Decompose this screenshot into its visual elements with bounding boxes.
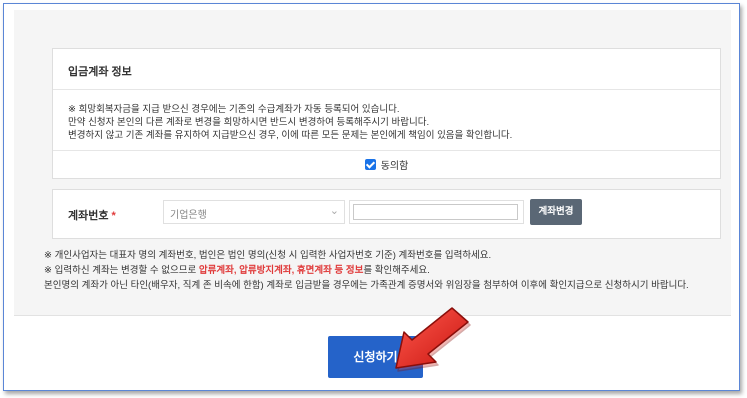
- notice-line-3: 변경하지 않고 기존 계좌를 유지하여 지급받으신 경우, 이에 따른 모든 문…: [68, 130, 513, 141]
- account-number-field-wrapper: [349, 200, 524, 224]
- divider: [53, 150, 720, 151]
- warning-highlight: 압류계좌, 압류방지계좌, 휴면계좌 등 정보: [198, 265, 364, 276]
- section-title: 입금계좌 정보: [68, 66, 132, 78]
- screenshot-frame: 입금계좌 정보 ※ 희망회복자금을 지급 받으신 경우에는 기존의 수급계좌가 …: [3, 3, 740, 391]
- bank-select[interactable]: 기업은행 ⌄: [163, 200, 345, 224]
- chevron-down-icon: ⌄: [329, 205, 339, 217]
- agree-row: 동의함: [53, 157, 720, 172]
- agree-label[interactable]: 동의함: [381, 161, 409, 172]
- required-mark: *: [111, 210, 116, 222]
- notice-line-2: 만약 신청자 본인의 다른 계좌로 변경을 희망하시면 반드시 변경하여 등록해…: [68, 117, 430, 128]
- guide-line-3: 본인명의 계좌가 아닌 타인(배우자, 직계 존 비속에 한함) 계좌로 입금받…: [44, 280, 689, 291]
- divider: [53, 89, 720, 90]
- account-number-label: 계좌번호 *: [68, 210, 116, 222]
- agree-checkbox[interactable]: [364, 159, 376, 170]
- deposit-account-info-section: 입금계좌 정보 ※ 희망회복자금을 지급 받으신 경우에는 기존의 수급계좌가 …: [52, 48, 721, 179]
- account-number-section: 계좌번호 * 기업은행 ⌄ 계좌변경: [52, 189, 721, 239]
- guide-line-1: ※ 개인사업자는 대표자 명의 계좌번호, 법인은 법인 명의(신청 시 입력한…: [44, 250, 492, 261]
- account-number-input[interactable]: [353, 204, 518, 220]
- change-account-button[interactable]: 계좌변경: [530, 199, 582, 225]
- red-arrow-annotation-icon: [395, 307, 471, 372]
- bank-select-value: 기업은행: [170, 210, 207, 221]
- guide-line-2: ※ 입력하신 계좌는 변경할 수 없으므로 압류계좌, 압류방지계좌, 휴면계좌…: [44, 265, 430, 276]
- notice-line-1: ※ 희망회복자금을 지급 받으신 경우에는 기존의 수급계좌가 자동 등록되어 …: [68, 104, 400, 115]
